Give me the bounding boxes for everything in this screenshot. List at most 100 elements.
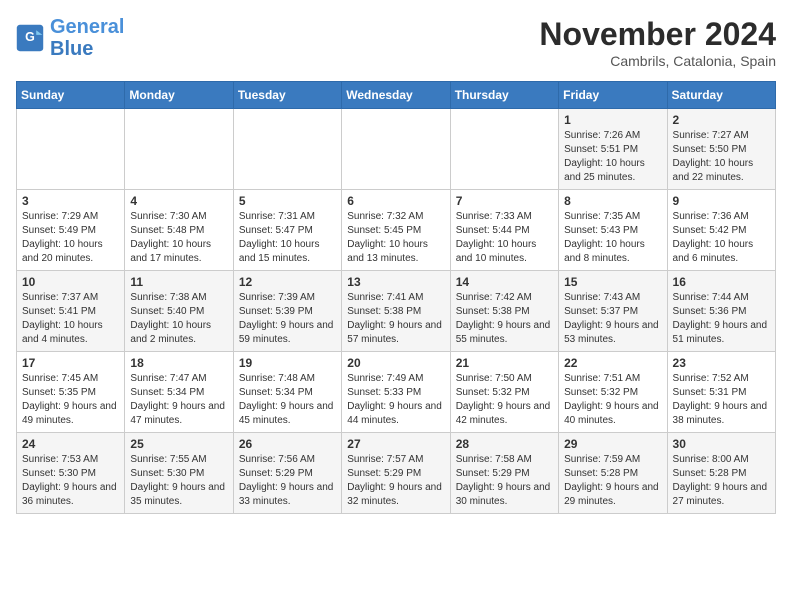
calendar-week-row: 3Sunrise: 7:29 AM Sunset: 5:49 PM Daylig… bbox=[17, 190, 776, 271]
day-number: 7 bbox=[456, 194, 553, 208]
day-number: 27 bbox=[347, 437, 444, 451]
calendar-day-cell: 30 Sunrise: 8:00 AM Sunset: 5:28 PM Dayli… bbox=[667, 433, 775, 514]
calendar-body: 1 Sunrise: 7:26 AM Sunset: 5:51 PM Daylig… bbox=[17, 109, 776, 514]
day-info: Sunrise: 7:38 AM Sunset: 5:40 PM Dayligh… bbox=[130, 291, 227, 347]
day-number: 4 bbox=[130, 194, 227, 208]
day-info: Sunrise: 7:50 AM Sunset: 5:32 PM Dayligh… bbox=[456, 372, 553, 428]
day-info: Sunrise: 7:26 AM Sunset: 5:51 PM Dayligh… bbox=[564, 129, 661, 185]
calendar-table: SundayMondayTuesdayWednesdayThursdayFrid… bbox=[16, 81, 776, 514]
day-info: Sunrise: 7:48 AM Sunset: 5:34 PM Dayligh… bbox=[239, 372, 336, 428]
calendar-day-cell: 26 Sunrise: 7:56 AM Sunset: 5:29 PM Dayli… bbox=[233, 433, 341, 514]
calendar-day-cell bbox=[17, 109, 125, 190]
calendar-day-cell: 19 Sunrise: 7:48 AM Sunset: 5:34 PM Dayli… bbox=[233, 352, 341, 433]
day-number: 13 bbox=[347, 275, 444, 289]
logo-icon: G bbox=[16, 24, 44, 52]
day-of-week-header: Friday bbox=[559, 82, 667, 109]
day-number: 12 bbox=[239, 275, 336, 289]
day-info: Sunrise: 7:43 AM Sunset: 5:37 PM Dayligh… bbox=[564, 291, 661, 347]
day-number: 17 bbox=[22, 356, 119, 370]
day-number: 24 bbox=[22, 437, 119, 451]
day-info: Sunrise: 7:42 AM Sunset: 5:38 PM Dayligh… bbox=[456, 291, 553, 347]
day-info: Sunrise: 7:55 AM Sunset: 5:30 PM Dayligh… bbox=[130, 453, 227, 509]
day-info: Sunrise: 8:00 AM Sunset: 5:28 PM Dayligh… bbox=[673, 453, 770, 509]
calendar-week-row: 24 Sunrise: 7:53 AM Sunset: 5:30 PM Dayli… bbox=[17, 433, 776, 514]
day-info: Sunrise: 7:53 AM Sunset: 5:30 PM Dayligh… bbox=[22, 453, 119, 509]
day-number: 10 bbox=[22, 275, 119, 289]
logo-line1: General bbox=[50, 16, 124, 38]
day-info: Sunrise: 7:32 AM Sunset: 5:45 PM Dayligh… bbox=[347, 210, 444, 266]
day-info: Sunrise: 7:39 AM Sunset: 5:39 PM Dayligh… bbox=[239, 291, 336, 347]
calendar-day-cell bbox=[233, 109, 341, 190]
logo-line2: Blue bbox=[50, 38, 93, 60]
calendar-day-cell bbox=[125, 109, 233, 190]
day-info: Sunrise: 7:41 AM Sunset: 5:38 PM Dayligh… bbox=[347, 291, 444, 347]
day-number: 22 bbox=[564, 356, 661, 370]
day-number: 19 bbox=[239, 356, 336, 370]
calendar-day-cell bbox=[342, 109, 450, 190]
calendar-week-row: 17 Sunrise: 7:45 AM Sunset: 5:35 PM Dayli… bbox=[17, 352, 776, 433]
day-info: Sunrise: 7:29 AM Sunset: 5:49 PM Dayligh… bbox=[22, 210, 119, 266]
day-info: Sunrise: 7:56 AM Sunset: 5:29 PM Dayligh… bbox=[239, 453, 336, 509]
day-info: Sunrise: 7:31 AM Sunset: 5:47 PM Dayligh… bbox=[239, 210, 336, 266]
calendar-day-cell: 9Sunrise: 7:36 AM Sunset: 5:42 PM Daylig… bbox=[667, 190, 775, 271]
calendar-day-cell: 10 Sunrise: 7:37 AM Sunset: 5:41 PM Dayli… bbox=[17, 271, 125, 352]
calendar-day-cell bbox=[450, 109, 558, 190]
day-number: 29 bbox=[564, 437, 661, 451]
calendar-header-row: SundayMondayTuesdayWednesdayThursdayFrid… bbox=[17, 82, 776, 109]
day-number: 18 bbox=[130, 356, 227, 370]
calendar-day-cell: 1 Sunrise: 7:26 AM Sunset: 5:51 PM Daylig… bbox=[559, 109, 667, 190]
day-info: Sunrise: 7:37 AM Sunset: 5:41 PM Dayligh… bbox=[22, 291, 119, 347]
calendar-day-cell: 14 Sunrise: 7:42 AM Sunset: 5:38 PM Dayli… bbox=[450, 271, 558, 352]
calendar-day-cell: 4Sunrise: 7:30 AM Sunset: 5:48 PM Daylig… bbox=[125, 190, 233, 271]
calendar-day-cell: 25 Sunrise: 7:55 AM Sunset: 5:30 PM Dayli… bbox=[125, 433, 233, 514]
day-of-week-header: Tuesday bbox=[233, 82, 341, 109]
day-info: Sunrise: 7:58 AM Sunset: 5:29 PM Dayligh… bbox=[456, 453, 553, 509]
calendar-day-cell: 15Sunrise: 7:43 AM Sunset: 5:37 PM Dayli… bbox=[559, 271, 667, 352]
calendar-day-cell: 16 Sunrise: 7:44 AM Sunset: 5:36 PM Dayli… bbox=[667, 271, 775, 352]
calendar-day-cell: 6 Sunrise: 7:32 AM Sunset: 5:45 PM Daylig… bbox=[342, 190, 450, 271]
title-block: November 2024 Cambrils, Catalonia, Spain bbox=[539, 16, 776, 69]
day-number: 21 bbox=[456, 356, 553, 370]
calendar-day-cell: 28Sunrise: 7:58 AM Sunset: 5:29 PM Dayli… bbox=[450, 433, 558, 514]
location: Cambrils, Catalonia, Spain bbox=[539, 53, 776, 69]
day-of-week-header: Monday bbox=[125, 82, 233, 109]
calendar-day-cell: 20Sunrise: 7:49 AM Sunset: 5:33 PM Dayli… bbox=[342, 352, 450, 433]
day-number: 20 bbox=[347, 356, 444, 370]
month-title: November 2024 bbox=[539, 16, 776, 53]
calendar-day-cell: 17 Sunrise: 7:45 AM Sunset: 5:35 PM Dayli… bbox=[17, 352, 125, 433]
logo-text: General Blue bbox=[50, 16, 124, 60]
calendar-day-cell: 7 Sunrise: 7:33 AM Sunset: 5:44 PM Daylig… bbox=[450, 190, 558, 271]
day-of-week-header: Saturday bbox=[667, 82, 775, 109]
svg-text:G: G bbox=[25, 30, 35, 44]
day-number: 26 bbox=[239, 437, 336, 451]
calendar-day-cell: 2 Sunrise: 7:27 AM Sunset: 5:50 PM Daylig… bbox=[667, 109, 775, 190]
day-number: 6 bbox=[347, 194, 444, 208]
day-number: 23 bbox=[673, 356, 770, 370]
day-number: 9 bbox=[673, 194, 770, 208]
day-number: 1 bbox=[564, 113, 661, 127]
calendar-day-cell: 12 Sunrise: 7:39 AM Sunset: 5:39 PM Dayli… bbox=[233, 271, 341, 352]
day-number: 14 bbox=[456, 275, 553, 289]
day-info: Sunrise: 7:27 AM Sunset: 5:50 PM Dayligh… bbox=[673, 129, 770, 185]
day-number: 16 bbox=[673, 275, 770, 289]
calendar-day-cell: 18Sunrise: 7:47 AM Sunset: 5:34 PM Dayli… bbox=[125, 352, 233, 433]
day-info: Sunrise: 7:33 AM Sunset: 5:44 PM Dayligh… bbox=[456, 210, 553, 266]
day-number: 30 bbox=[673, 437, 770, 451]
day-info: Sunrise: 7:45 AM Sunset: 5:35 PM Dayligh… bbox=[22, 372, 119, 428]
day-number: 2 bbox=[673, 113, 770, 127]
day-info: Sunrise: 7:44 AM Sunset: 5:36 PM Dayligh… bbox=[673, 291, 770, 347]
day-number: 25 bbox=[130, 437, 227, 451]
day-info: Sunrise: 7:52 AM Sunset: 5:31 PM Dayligh… bbox=[673, 372, 770, 428]
calendar-day-cell: 11Sunrise: 7:38 AM Sunset: 5:40 PM Dayli… bbox=[125, 271, 233, 352]
day-of-week-header: Sunday bbox=[17, 82, 125, 109]
logo: G General Blue bbox=[16, 16, 124, 60]
calendar-day-cell: 21 Sunrise: 7:50 AM Sunset: 5:32 PM Dayli… bbox=[450, 352, 558, 433]
day-info: Sunrise: 7:57 AM Sunset: 5:29 PM Dayligh… bbox=[347, 453, 444, 509]
calendar-day-cell: 13 Sunrise: 7:41 AM Sunset: 5:38 PM Dayli… bbox=[342, 271, 450, 352]
calendar-day-cell: 3Sunrise: 7:29 AM Sunset: 5:49 PM Daylig… bbox=[17, 190, 125, 271]
calendar-day-cell: 23 Sunrise: 7:52 AM Sunset: 5:31 PM Dayli… bbox=[667, 352, 775, 433]
calendar-day-cell: 29Sunrise: 7:59 AM Sunset: 5:28 PM Dayli… bbox=[559, 433, 667, 514]
calendar-week-row: 1 Sunrise: 7:26 AM Sunset: 5:51 PM Daylig… bbox=[17, 109, 776, 190]
calendar-day-cell: 8Sunrise: 7:35 AM Sunset: 5:43 PM Daylig… bbox=[559, 190, 667, 271]
page-header: G General Blue November 2024 Cambrils, C… bbox=[16, 16, 776, 69]
